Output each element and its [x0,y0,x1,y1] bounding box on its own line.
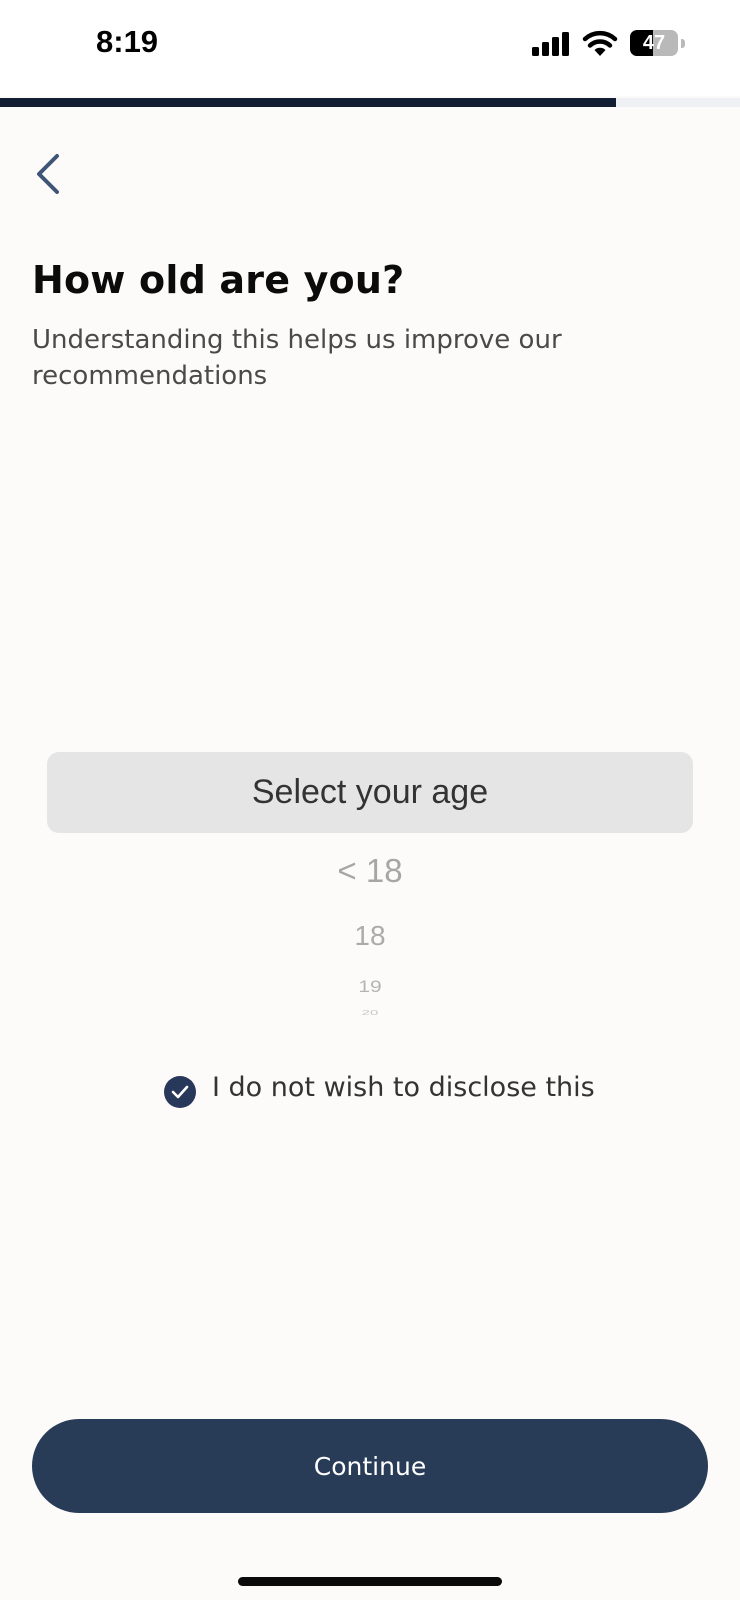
battery-icon: 47 [630,30,678,56]
status-time: 8:19 [96,24,159,59]
chevron-left-icon [37,154,59,194]
status-bar: 8:19 47 [0,0,740,96]
page-title: How old are you? [32,258,405,302]
onboarding-progress-bar [0,98,740,107]
checkmark-icon [171,1085,189,1099]
progress-fill [0,98,617,107]
signal-icon [532,32,569,56]
home-indicator [238,1577,502,1586]
wifi-icon [582,30,618,56]
battery-cap [681,39,685,48]
age-option[interactable]: 20 [47,1008,693,1017]
battery-level: 47 [642,32,666,54]
age-option[interactable]: 18 [47,920,693,952]
age-picker-selected[interactable]: Select your age [47,752,693,833]
age-option[interactable]: 19 [47,977,693,996]
continue-button[interactable]: Continue [32,1419,708,1513]
back-button[interactable] [20,146,76,202]
disclose-checkbox-row[interactable]: I do not wish to disclose this [164,1066,595,1108]
age-option[interactable]: < 18 [47,852,693,890]
disclose-label: I do not wish to disclose this [212,1071,595,1103]
page-subtitle: Understanding this helps us improve our … [32,325,562,391]
disclose-checkbox[interactable] [164,1076,196,1108]
onboarding-age-screen: 8:19 47 How old are you? Understanding t… [0,0,740,1600]
